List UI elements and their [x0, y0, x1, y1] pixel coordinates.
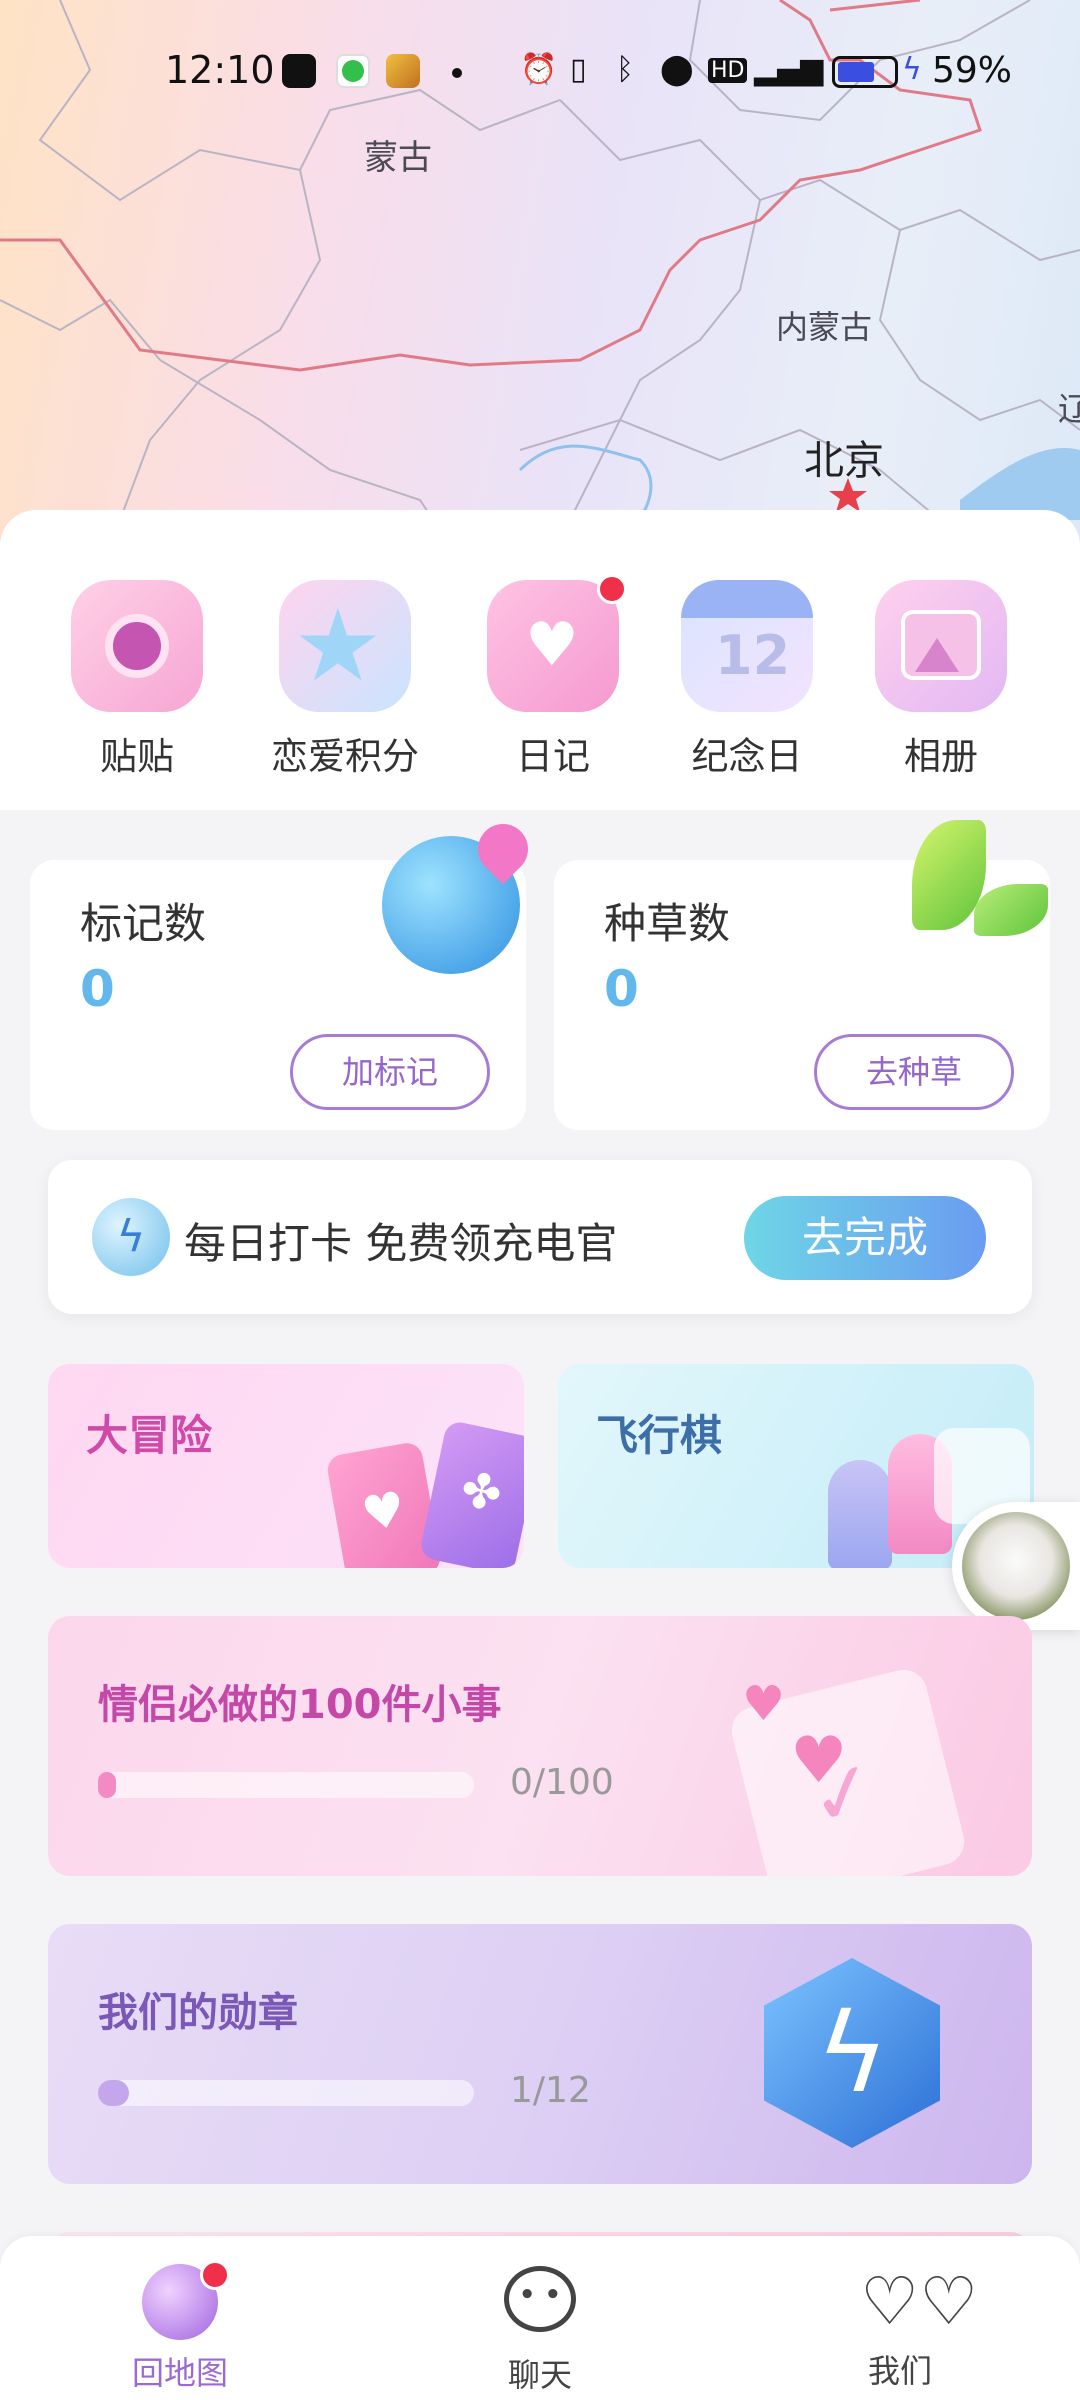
- game-piece-icon: [828, 1460, 892, 1568]
- quick-action-label: 日记: [516, 735, 590, 778]
- checkin-text: 每日打卡 免费领充电官: [184, 1219, 618, 1268]
- add-mark-button[interactable]: 加标记: [290, 1034, 490, 1110]
- photo-album-icon: [875, 580, 1007, 712]
- grass-card: 种草数 0 去种草: [554, 820, 1050, 1130]
- couple-tasks-card[interactable]: 情侣必做的100件小事 0/100 ✓ ♥ ♥: [48, 1616, 1032, 1876]
- chat-icon: • •: [500, 2266, 580, 2346]
- quick-action-label: 恋爱积分: [271, 735, 419, 778]
- adventure-title: 大冒险: [86, 1411, 213, 1460]
- daily-checkin-banner: ϟ 每日打卡 免费领充电官 去完成: [48, 1160, 1032, 1314]
- card-clover-icon: ✤: [418, 1419, 524, 1568]
- quick-actions-panel: 贴贴 ★ 恋爱积分 ♥ 日记 12 纪念日 相册: [0, 510, 1080, 810]
- heart-icon: ♥: [790, 1724, 848, 1798]
- app-notification-icon: [336, 54, 370, 88]
- battery-icon: [832, 56, 898, 88]
- map-label-beijing: 北京: [804, 438, 884, 484]
- app-notification-icon: [386, 54, 420, 88]
- map-tab-badge: [200, 2260, 230, 2290]
- calendar-icon: 12: [681, 580, 813, 712]
- app-notification-icon: [282, 54, 316, 88]
- couple-tasks-progress-track: [98, 1772, 474, 1798]
- lightning-badge-icon: ϟ: [764, 1958, 940, 2148]
- diary-icon: ♥: [487, 574, 627, 712]
- marks-card: 标记数 0 加标记: [30, 813, 539, 1130]
- avatar: [962, 1512, 1070, 1620]
- globe-pin-icon: [382, 813, 539, 974]
- star-icon: ★: [279, 580, 411, 712]
- camera-icon: [71, 580, 203, 712]
- couple-tasks-count: 0/100: [510, 1762, 614, 1803]
- status-bar: 12:10 ⏰ ▯ ᛒ ⬤ HD ▂▄▆ ϟ 59%: [0, 40, 1080, 104]
- map-label-inner-mongolia: 内蒙古: [776, 308, 873, 346]
- quick-action-label: 纪念日: [691, 735, 803, 778]
- marks-value: 0: [80, 960, 115, 1018]
- hearts-icon: ♡♡: [860, 2263, 979, 2340]
- floating-pet-avatar[interactable]: [952, 1502, 1080, 1630]
- badges-progress-fill: [98, 2080, 130, 2106]
- badges-card[interactable]: 我们的勋章 1/12 ϟ: [48, 1924, 1032, 2184]
- tab-label: 回地图: [131, 2354, 228, 2392]
- tab-map[interactable]: 回地图: [80, 2260, 280, 2394]
- adventure-game-card[interactable]: 大冒险 ♥ ✤: [48, 1364, 524, 1568]
- more-notifications-dot: [452, 68, 462, 78]
- checkin-complete-button[interactable]: 去完成: [744, 1196, 986, 1280]
- sprout-icon: [912, 820, 1052, 970]
- tab-us[interactable]: ♡♡ 我们: [800, 2262, 1000, 2392]
- quick-action-label: 贴贴: [100, 735, 174, 778]
- bottom-tab-bar: 回地图 • • 聊天 ♡♡ 我们: [0, 2236, 1080, 2400]
- quick-action-anniversary[interactable]: 12 纪念日: [662, 580, 832, 780]
- grass-title: 种草数: [604, 899, 731, 948]
- status-time: 12:10: [165, 48, 275, 92]
- quick-action-album[interactable]: 相册: [856, 580, 1026, 780]
- marks-title: 标记数: [80, 899, 207, 948]
- quick-action-diary[interactable]: ♥ 日记: [468, 574, 638, 780]
- quick-action-label: 相册: [904, 735, 978, 778]
- vibrate-icon: ▯: [570, 52, 587, 87]
- globe-icon: [140, 2260, 230, 2344]
- alarm-icon: ⏰: [520, 52, 558, 87]
- tab-label: 我们: [867, 2352, 932, 2390]
- tab-label: 聊天: [507, 2356, 572, 2394]
- grass-value: 0: [604, 960, 639, 1018]
- hd-icon: HD: [708, 58, 748, 83]
- quick-action-love-points[interactable]: ★ 恋爱积分: [260, 580, 430, 780]
- badges-title: 我们的勋章: [98, 1990, 298, 2036]
- bluetooth-icon: ᛒ: [616, 52, 634, 87]
- lightning-icon: ϟ: [92, 1198, 170, 1276]
- map-label-liao: 辽: [1058, 390, 1080, 428]
- location-icon: ⬤: [660, 52, 694, 87]
- battery-percent: 59%: [932, 50, 1013, 91]
- badges-progress-track: [98, 2080, 474, 2106]
- plant-grass-button[interactable]: 去种草: [814, 1034, 1014, 1110]
- badges-count: 1/12: [510, 2070, 591, 2111]
- tab-chat[interactable]: • • 聊天: [440, 2262, 640, 2396]
- signal-icon: ▂▄▆: [754, 52, 824, 87]
- charging-icon: ϟ: [902, 52, 922, 87]
- heart-icon: ♥: [742, 1676, 786, 1732]
- map-label-mongolia: 蒙古: [364, 138, 432, 178]
- ludo-title: 飞行棋: [596, 1411, 723, 1460]
- couple-tasks-progress-fill: [98, 1772, 116, 1798]
- quick-action-tietie[interactable]: 贴贴: [52, 580, 222, 780]
- diary-badge: [597, 574, 627, 604]
- couple-tasks-title: 情侣必做的100件小事: [98, 1682, 502, 1728]
